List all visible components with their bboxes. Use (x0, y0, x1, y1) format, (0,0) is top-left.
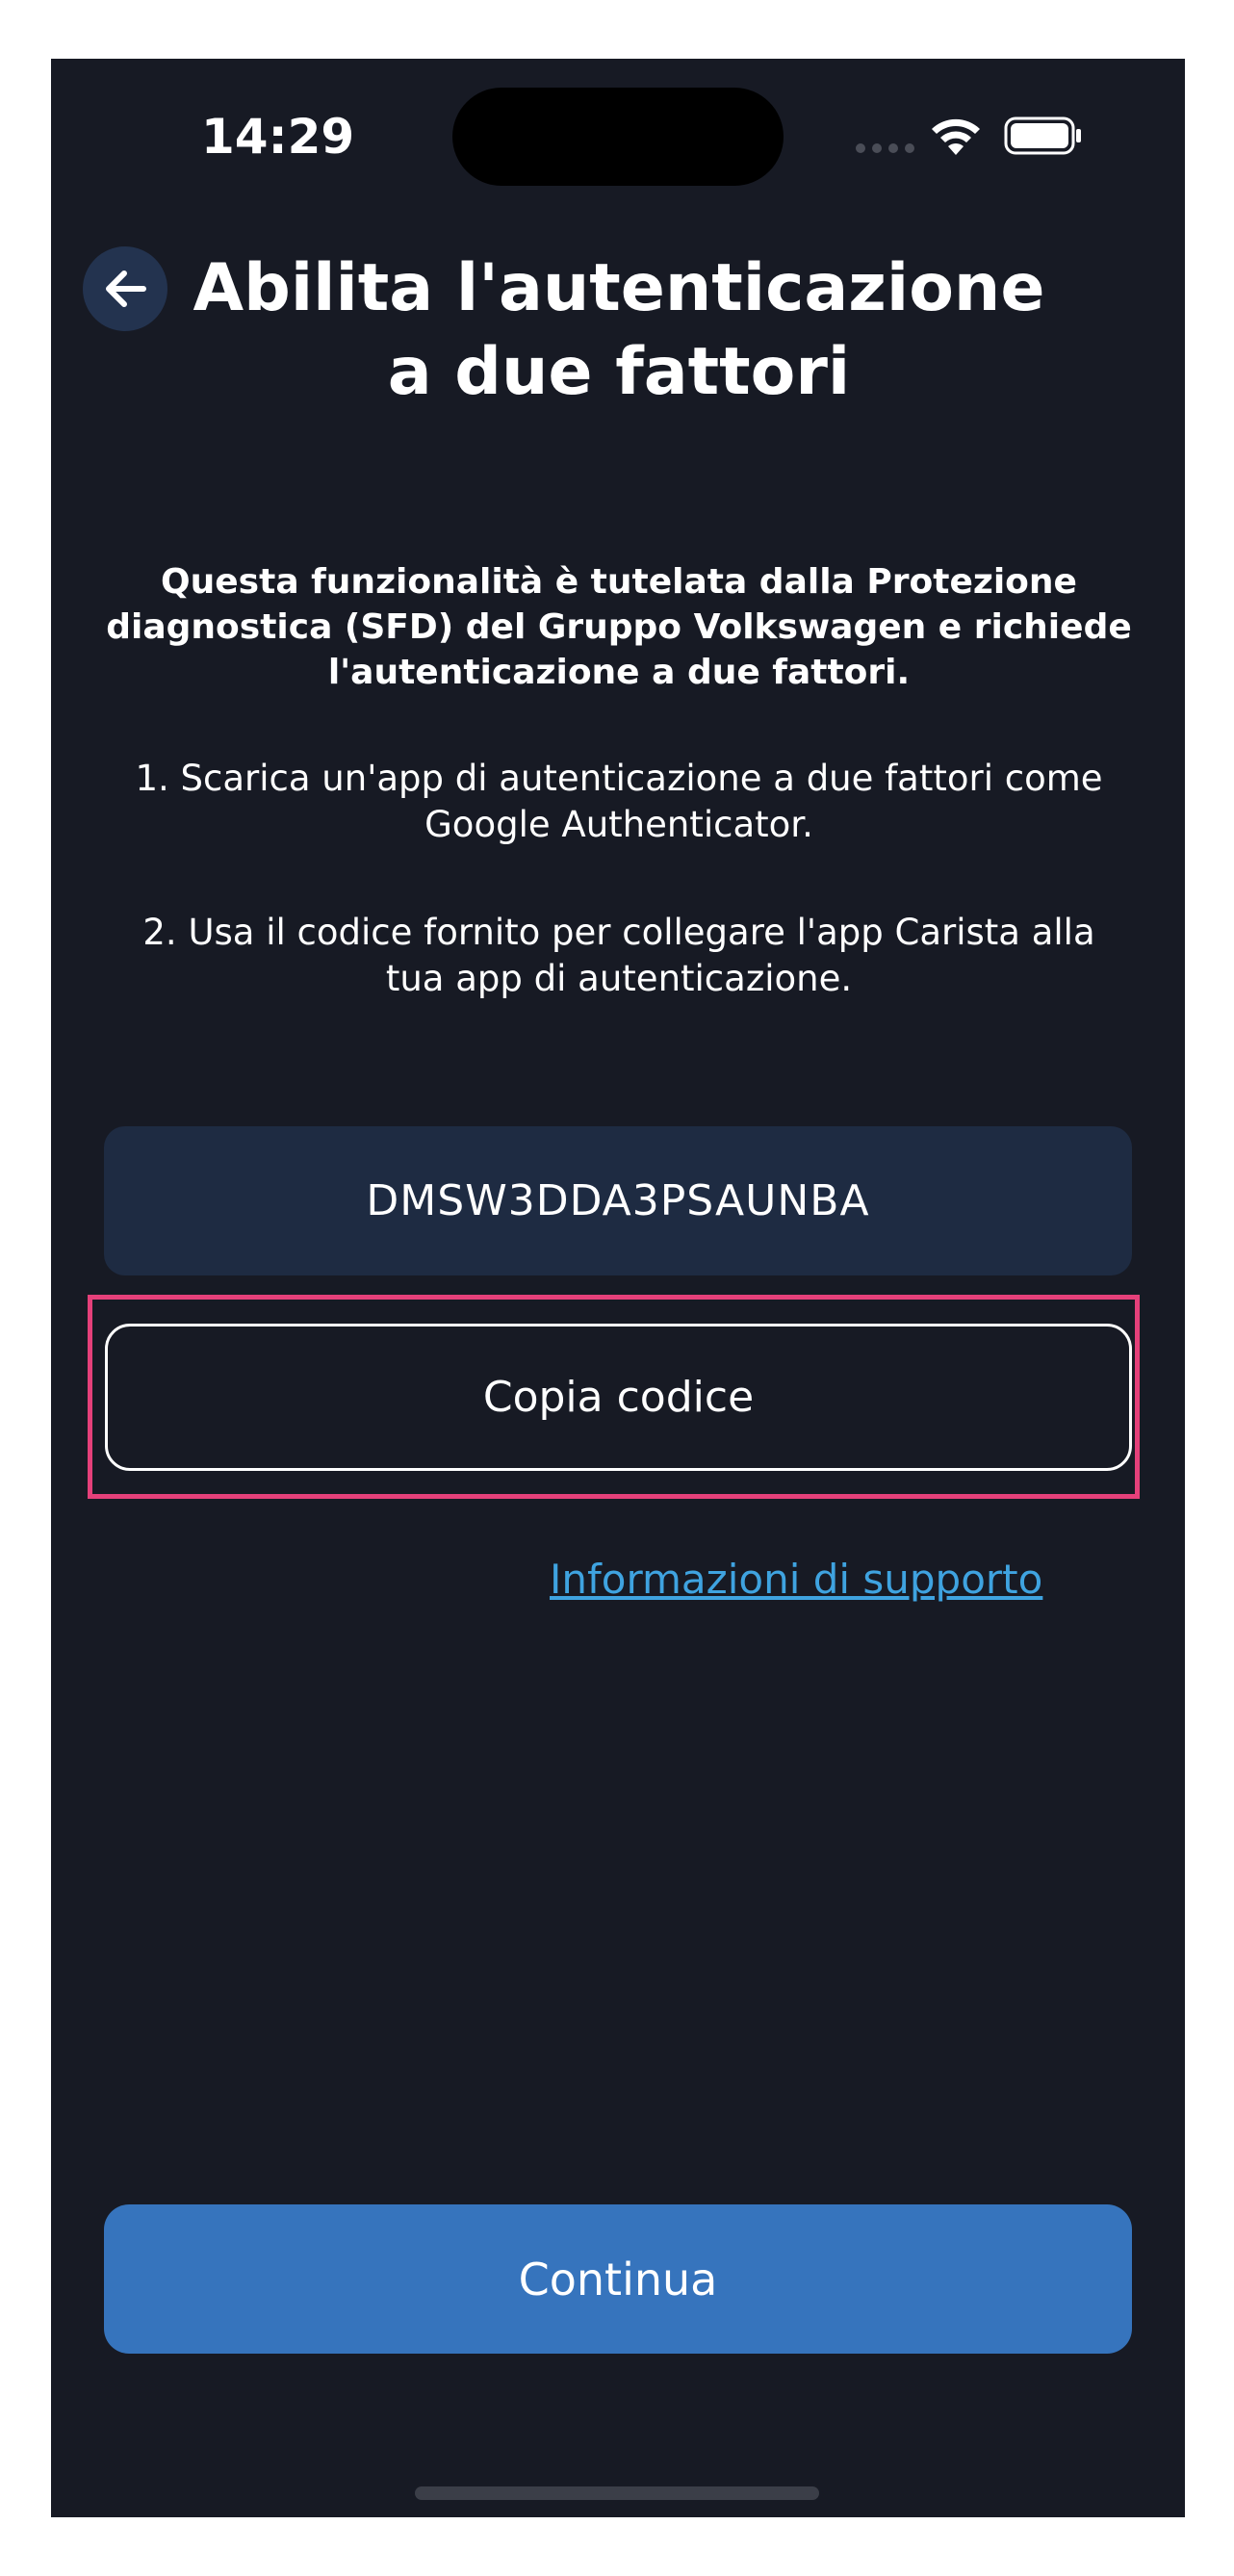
page-title: Abilita l'autenticazione a due fattori (193, 250, 1045, 410)
arrow-left-icon (106, 270, 146, 307)
home-indicator[interactable] (415, 2486, 819, 2500)
cellular-signal-icon (856, 143, 914, 153)
copy-code-button[interactable]: Copia codice (105, 1324, 1132, 1471)
battery-icon (1004, 116, 1081, 155)
authentication-code: DMSW3DDA3PSAUNBA (104, 1126, 1132, 1275)
support-info-link[interactable]: Informazioni di supporto (550, 1556, 1042, 1603)
wifi-icon (932, 118, 980, 155)
status-time: 14:29 (201, 109, 355, 165)
step-2-text: 2. Usa il codice fornito per collegare l… (142, 912, 1095, 999)
intro-text: Questa funzionalità è tutelata dalla Pro… (106, 562, 1132, 692)
dynamic-island (452, 88, 784, 186)
back-button[interactable] (83, 246, 167, 331)
app-screen: 14:29 Abilita l'autenticazione a due fat… (51, 59, 1185, 2517)
continue-button[interactable]: Continua (104, 2204, 1132, 2354)
step-1-text: 1. Scarica un'app di autenticazione a du… (135, 758, 1103, 845)
